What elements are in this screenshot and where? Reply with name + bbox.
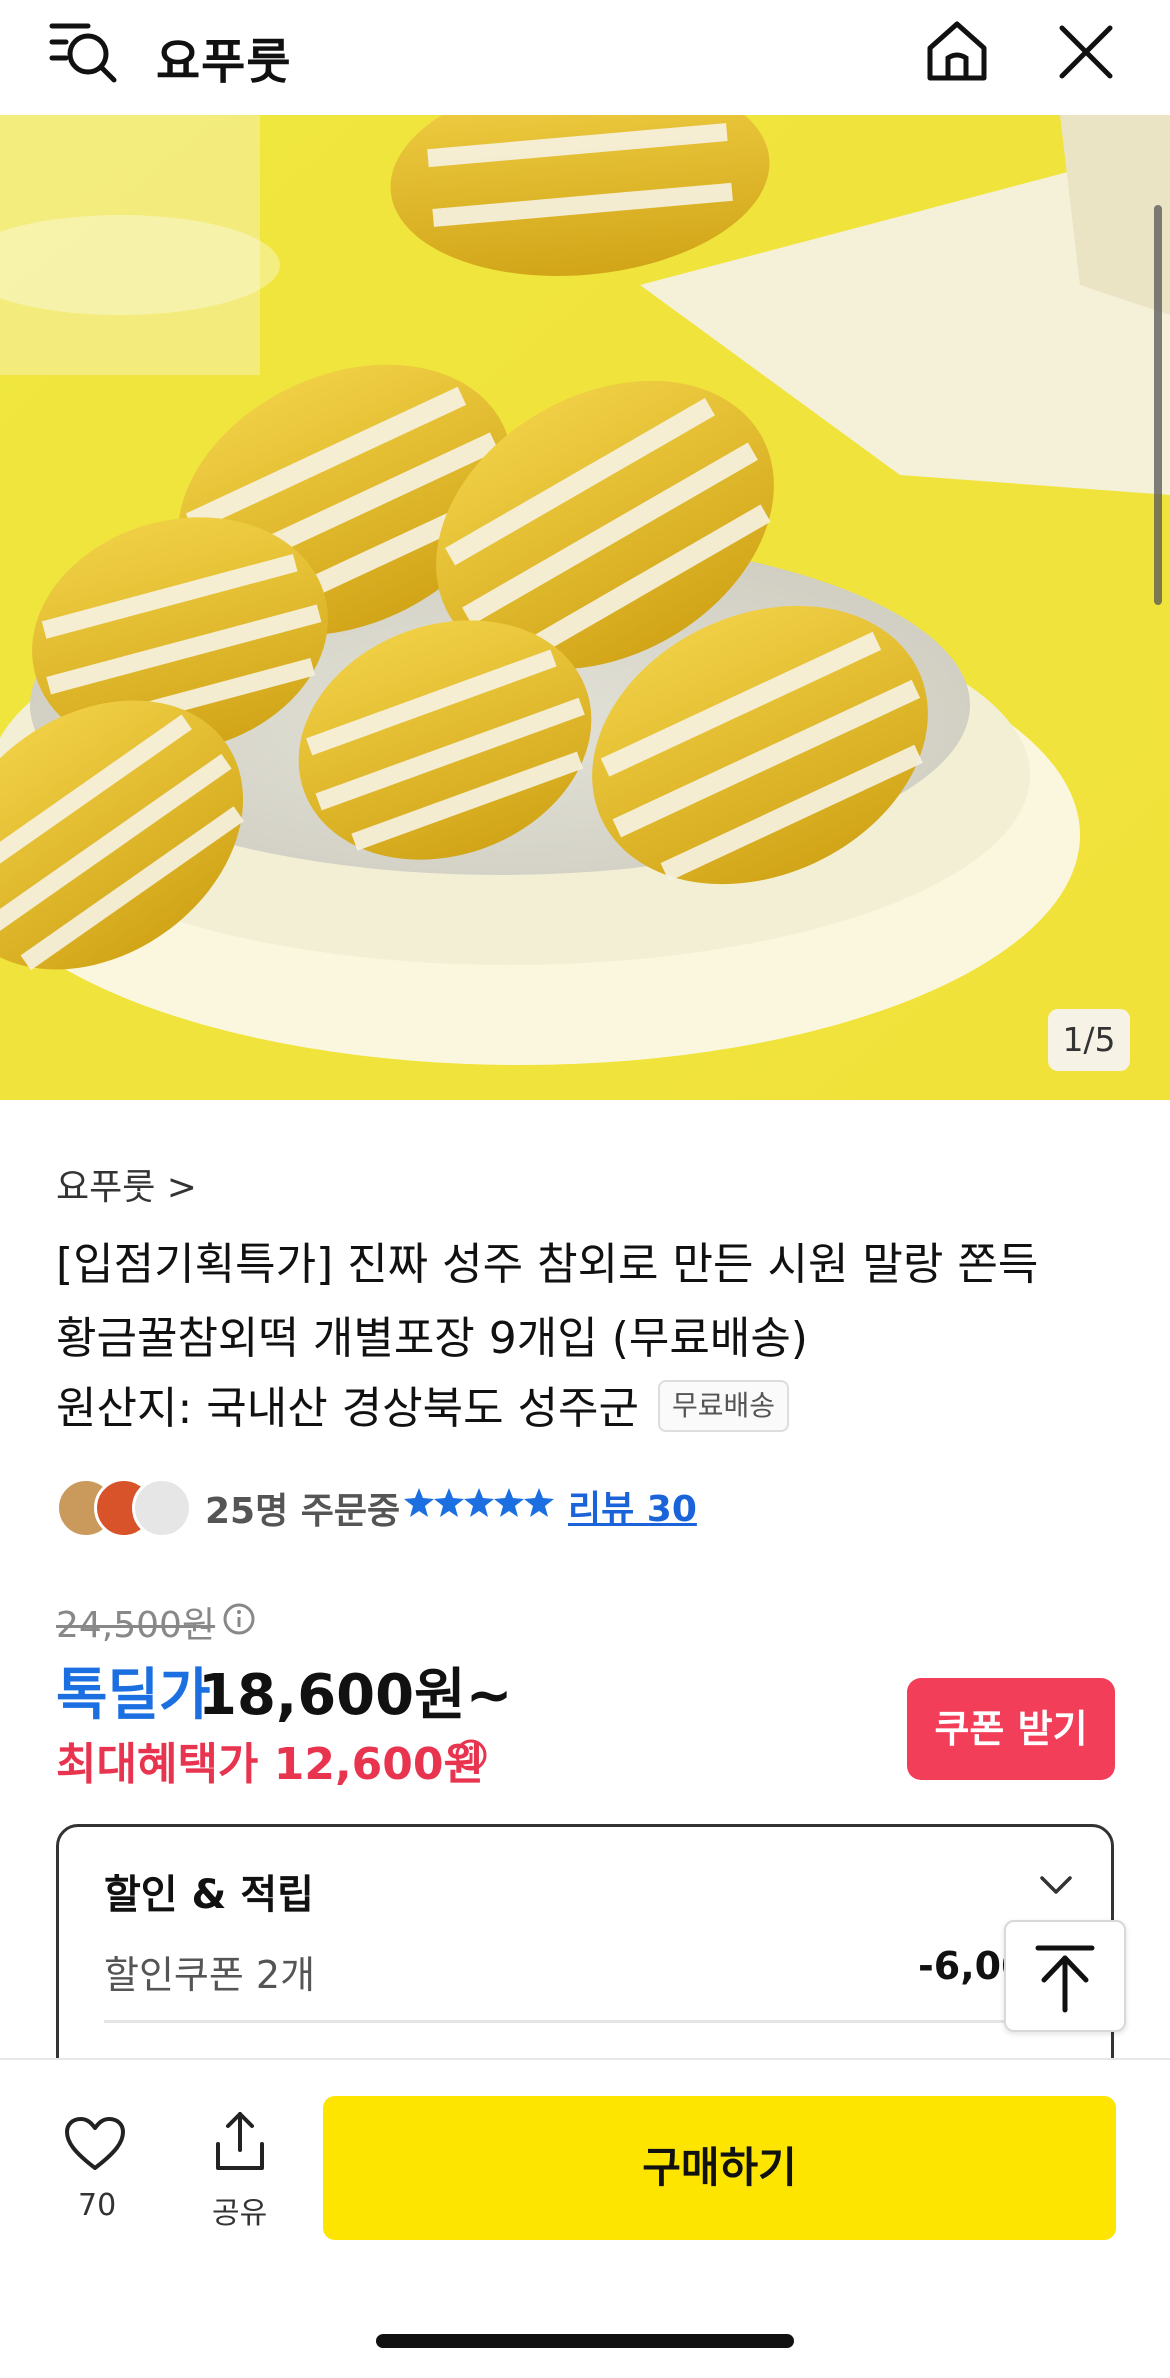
image-counter: 1/5	[1048, 1009, 1130, 1071]
rating-stars	[404, 1488, 554, 1517]
product-title-line-2: 황금꿀참외떡 개별포장 9개입 (무료배송)	[56, 1313, 808, 1364]
product-title-line-1: [입점기획특가] 진짜 성주 참외로 만든 시원 말랑 쫀득	[56, 1239, 1039, 1290]
review-link[interactable]: 리뷰 30	[568, 1480, 697, 1532]
close-icon[interactable]	[1056, 22, 1116, 82]
store-link[interactable]: 요푸룻 >	[56, 1158, 197, 1210]
star-icon	[404, 1488, 434, 1517]
share-label: 공유	[212, 2196, 268, 2231]
chevron-down-icon[interactable]	[1036, 1870, 1076, 1900]
star-icon	[464, 1488, 494, 1517]
free-shipping-badge: 무료배송	[658, 1380, 790, 1432]
page-scrollbar[interactable]	[1154, 205, 1162, 605]
home-icon[interactable]	[924, 18, 990, 84]
star-icon	[494, 1488, 524, 1517]
original-price: 24,500원	[56, 1596, 215, 1648]
max-benefit-price: 최대혜택가 12,600원	[56, 1739, 484, 1790]
benefit-title: 할인 & 적립	[104, 1872, 314, 1918]
star-icon	[524, 1488, 554, 1517]
share-icon[interactable]	[212, 2110, 268, 2174]
heart-icon[interactable]	[64, 2116, 126, 2172]
scroll-to-top-button[interactable]	[1004, 1920, 1126, 2032]
app-title: 요푸룻	[156, 34, 292, 90]
arrow-up-icon	[1035, 1945, 1095, 2013]
get-coupon-button[interactable]: 쿠폰 받기	[907, 1678, 1115, 1780]
deal-label: 톡딜가	[56, 1663, 211, 1728]
product-photo	[0, 115, 1170, 1100]
home-indicator[interactable]	[376, 2334, 794, 2348]
buyer-avatars	[56, 1478, 192, 1538]
origin-text: 원산지: 국내산 경상북도 성주군	[56, 1383, 640, 1434]
product-image-carousel[interactable]: 1/5	[0, 115, 1170, 1100]
like-count: 70	[78, 2188, 117, 2223]
order-count: 25명 주문중	[205, 1491, 401, 1532]
menu-search-icon[interactable]	[48, 20, 120, 84]
info-icon[interactable]	[222, 1602, 256, 1636]
info-icon[interactable]	[454, 1738, 488, 1772]
deal-price: 18,600원~	[198, 1663, 513, 1728]
coupon-row-label: 할인쿠폰 2개	[104, 1953, 316, 1997]
avatar	[132, 1478, 192, 1538]
product-title: [입점기획특가] 진짜 성주 참외로 만든 시원 말랑 쫀득 황금꿀참외떡 개별…	[56, 1228, 1106, 1376]
top-app-bar: 요푸룻	[0, 0, 1170, 115]
original-price-text: 24,500원	[56, 1605, 216, 1646]
divider	[104, 2020, 1114, 2023]
star-icon	[434, 1488, 464, 1517]
buy-button[interactable]: 구매하기	[323, 2096, 1116, 2240]
